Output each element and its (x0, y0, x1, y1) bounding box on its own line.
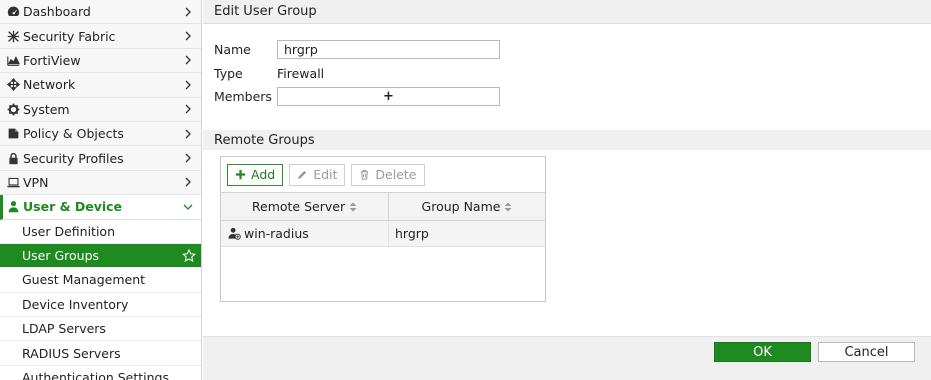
delete-button-label: Delete (375, 167, 417, 182)
cancel-button[interactable]: Cancel (818, 342, 915, 362)
sidebar-item-dashboard[interactable]: Dashboard (0, 0, 201, 25)
sidebar-item-label: Network (23, 77, 76, 93)
sidebar-subitem-label: User Groups (22, 248, 100, 264)
sidebar-item-label: FortiView (23, 52, 81, 68)
sidebar-subitem-label: LDAP Servers (22, 321, 106, 337)
policy-icon (6, 127, 20, 141)
sidebar-item-label: System (23, 101, 70, 117)
sidebar-item-label: VPN (23, 174, 49, 190)
page-header: Edit User Group (203, 0, 931, 24)
remote-groups-toolbar: Add Edit Delete (221, 157, 545, 192)
sidebar-subitem-label: Authentication Settings (22, 370, 170, 380)
sidebar-subitem-label: Guest Management (22, 272, 146, 288)
members-label: Members (214, 89, 272, 104)
edit-button-label: Edit (313, 167, 338, 182)
remote-user-server-icon (228, 227, 241, 240)
star-icon[interactable] (182, 248, 196, 263)
app-window: Dashboard Security Fabric FortiView Netw… (0, 0, 931, 380)
sort-icon (349, 202, 357, 211)
table-row[interactable]: win-radius hrgrp (221, 221, 545, 247)
sidebar-subitem-authentication-settings[interactable]: Authentication Settings (0, 365, 201, 380)
type-value: Firewall (277, 66, 325, 81)
chevron-right-icon (185, 80, 191, 90)
ok-button[interactable]: OK (714, 342, 811, 362)
sidebar: Dashboard Security Fabric FortiView Netw… (0, 0, 202, 380)
sidebar-item-label: Policy & Objects (23, 126, 124, 142)
members-row: Members + (214, 87, 500, 106)
sidebar-subitem-user-groups[interactable]: User Groups (0, 243, 201, 269)
trash-icon (361, 169, 369, 180)
user-icon (6, 200, 20, 214)
section-title: Remote Groups (214, 132, 315, 148)
vpn-icon (6, 175, 20, 189)
remote-server-value: win-radius (244, 226, 309, 241)
sidebar-subitem-label: User Definition (22, 223, 115, 239)
add-button-label: Add (251, 167, 276, 182)
sidebar-subitem-user-definition[interactable]: User Definition (0, 219, 201, 244)
column-label: Group Name (421, 199, 501, 214)
sidebar-item-system[interactable]: System (0, 97, 201, 122)
gear-icon (6, 102, 20, 116)
dashboard-icon (6, 5, 20, 19)
sidebar-item-fortiview[interactable]: FortiView (0, 48, 201, 74)
name-input[interactable] (277, 40, 500, 59)
sidebar-item-user-device[interactable]: User & Device (0, 195, 201, 220)
sidebar-item-policy-objects[interactable]: Policy & Objects (0, 121, 201, 147)
chevron-down-icon (183, 204, 193, 210)
remote-groups-panel: Add Edit Delete Remote Server Group Name (220, 156, 546, 302)
sidebar-item-security-profiles[interactable]: Security Profiles (0, 146, 201, 171)
sidebar-subitem-guest-management[interactable]: Guest Management (0, 268, 201, 293)
chevron-right-icon (185, 56, 191, 65)
chevron-right-icon (185, 153, 191, 163)
type-label: Type (214, 66, 243, 81)
fortiview-icon (6, 53, 20, 67)
network-icon (6, 78, 20, 92)
group-name-value: hrgrp (395, 226, 429, 241)
add-button[interactable]: Add (227, 163, 284, 186)
security-fabric-icon (6, 29, 20, 43)
remote-groups-header: Remote Groups (203, 130, 931, 150)
sidebar-subitem-device-inventory[interactable]: Device Inventory (0, 292, 201, 318)
sidebar-item-label: User & Device (23, 199, 123, 215)
delete-button[interactable]: Delete (351, 163, 425, 186)
chevron-right-icon (185, 177, 191, 187)
chevron-right-icon (185, 31, 191, 41)
sidebar-subitem-label: Device Inventory (22, 296, 129, 312)
lock-icon (6, 151, 20, 165)
main-panel: Edit User Group Name Type Firewall Membe… (203, 0, 931, 380)
column-header-group-name[interactable]: Group Name (389, 193, 545, 220)
sidebar-item-vpn[interactable]: VPN (0, 170, 201, 196)
type-row: Type Firewall (214, 64, 324, 83)
name-row: Name (214, 40, 500, 59)
sort-icon (504, 202, 512, 211)
sidebar-item-label: Dashboard (23, 4, 91, 20)
sidebar-item-network[interactable]: Network (0, 73, 201, 98)
column-label: Remote Server (251, 199, 346, 214)
plus-icon (235, 169, 246, 180)
sidebar-item-label: Security Fabric (23, 28, 116, 44)
cell-remote-server: win-radius (221, 221, 389, 246)
name-label: Name (214, 42, 251, 57)
pencil-icon (298, 170, 307, 180)
table-header: Remote Server Group Name (221, 192, 545, 221)
sidebar-subitem-label: RADIUS Servers (22, 345, 121, 361)
edit-button[interactable]: Edit (289, 163, 346, 186)
chevron-right-icon (185, 129, 191, 139)
sidebar-item-security-fabric[interactable]: Security Fabric (0, 24, 201, 49)
sidebar-subitem-ldap-servers[interactable]: LDAP Servers (0, 317, 201, 342)
sidebar-subitem-radius-servers[interactable]: RADIUS Servers (0, 341, 201, 366)
chevron-right-icon (185, 104, 191, 114)
chevron-right-icon (185, 7, 191, 17)
column-header-remote-server[interactable]: Remote Server (221, 193, 389, 220)
cell-group-name: hrgrp (389, 221, 545, 246)
dialog-footer: OK Cancel (203, 336, 931, 380)
members-field[interactable]: + (277, 87, 500, 106)
page-title: Edit User Group (214, 4, 317, 19)
sidebar-item-label: Security Profiles (23, 150, 124, 166)
add-member-icon[interactable]: + (383, 89, 394, 104)
